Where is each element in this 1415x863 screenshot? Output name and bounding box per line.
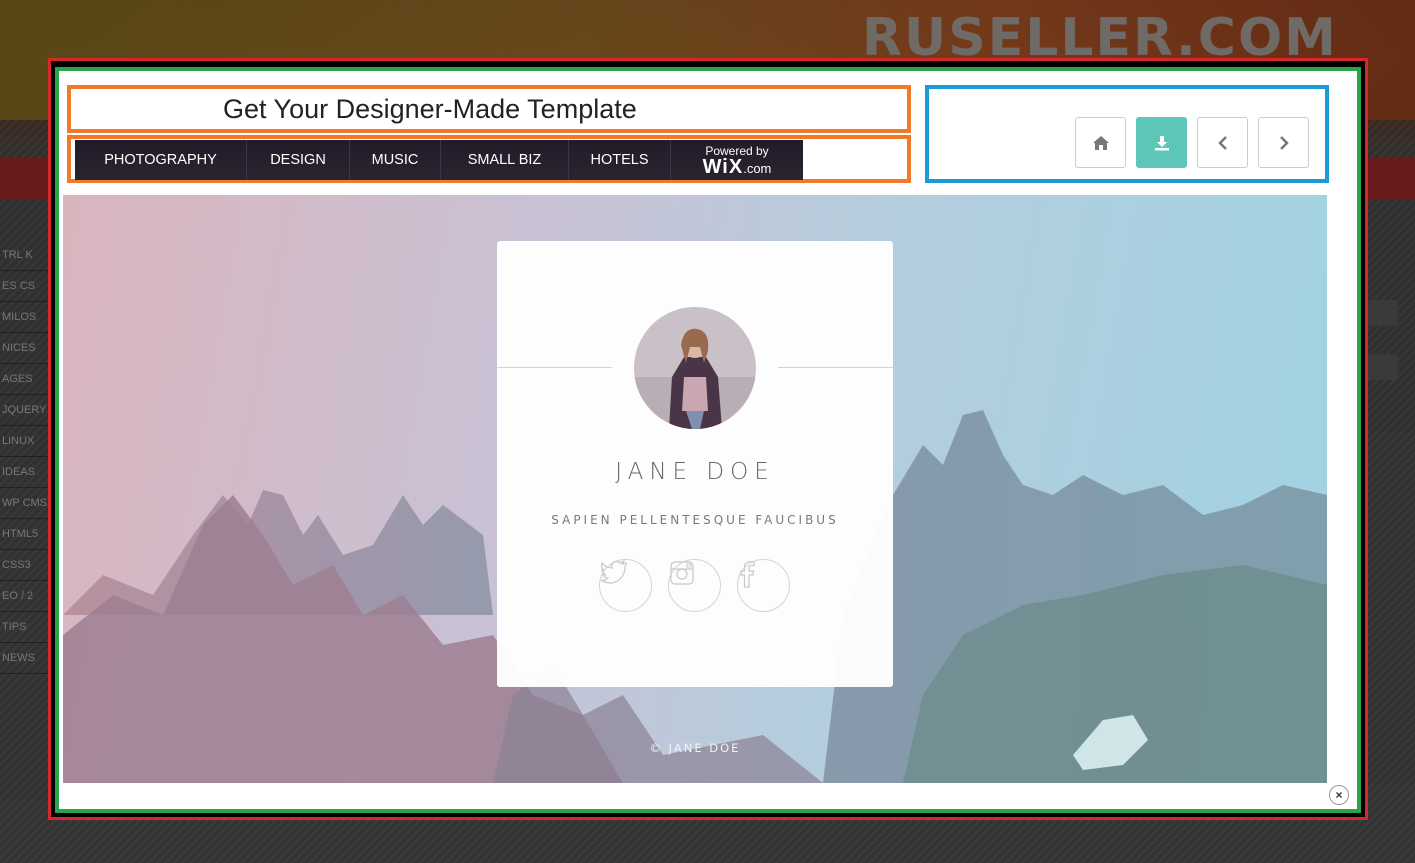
avatar-photo [634,307,756,429]
chevron-right-icon [1279,135,1289,150]
facebook-icon [740,561,755,588]
nav-item-hotels[interactable]: HOTELS [569,140,671,180]
background-sidebar-item: EO / 2 [0,581,48,612]
background-sidebar-item: HTML5 [0,519,48,550]
background-sidebar-item: AGES [0,364,48,395]
download-icon [1154,135,1169,150]
background-sidebar-item: IDEAS [0,457,48,488]
background-sidebar-item: TRL K [0,240,48,271]
background-sidebar-item: NEWS [0,643,48,674]
avatar [634,307,756,429]
background-sidebar-item: JQUERY [0,395,48,426]
preview-controls [925,85,1329,183]
category-nav: PHOTOGRAPHY DESIGN MUSIC SMALL BIZ HOTEL… [75,140,803,180]
background-sidebar-item: ES CS [0,271,48,302]
template-modal: Get Your Designer-Made Template PHOTOGRA… [48,58,1368,820]
wix-brand: WiX [702,156,744,178]
banner-title-box[interactable]: Get Your Designer-Made Template [67,85,911,133]
close-icon: × [1335,788,1343,802]
background-sidebar: TRL K ES CS MILOS NICES AGES JQUERY LINU… [0,240,48,800]
home-button[interactable] [1075,117,1126,168]
facebook-link[interactable] [737,559,790,612]
background-sidebar-item: NICES [0,333,48,364]
preview-copyright: © JANE DOE [649,741,741,755]
home-icon [1092,135,1109,150]
next-button[interactable] [1258,117,1309,168]
instagram-link[interactable] [668,559,721,612]
nav-item-small-biz[interactable]: SMALL BIZ [441,140,569,180]
nav-item-photography[interactable]: PHOTOGRAPHY [75,140,247,180]
background-sidebar-item: LINUX [0,426,48,457]
modal-content: Get Your Designer-Made Template PHOTOGRA… [55,67,1361,813]
background-sidebar-item: MILOS [0,302,48,333]
close-button[interactable]: × [1329,785,1349,805]
background-sidebar-item: TIPS [0,612,48,643]
chevron-left-icon [1217,135,1227,150]
divider-left [497,367,612,368]
banner-nav-box: PHOTOGRAPHY DESIGN MUSIC SMALL BIZ HOTEL… [67,135,911,183]
banner-title: Get Your Designer-Made Template [223,93,637,124]
background-sidebar-item: CSS3 [0,550,48,581]
background-sidebar-item: WP CMS [0,488,48,519]
wix-banner: Get Your Designer-Made Template PHOTOGRA… [67,85,915,183]
profile-card: JANE DOE SAPIEN PELLENTESQUE FAUCIBUS [497,241,893,687]
divider-right [778,367,893,368]
wix-domain: .com [743,161,772,176]
download-button[interactable] [1136,117,1187,168]
profile-name: JANE DOE [615,459,775,485]
twitter-link[interactable] [599,559,652,612]
profile-subtitle: SAPIEN PELLENTESQUE FAUCIBUS [551,513,839,527]
instagram-icon [670,561,694,585]
nav-item-design[interactable]: DESIGN [247,140,350,180]
twitter-icon [600,560,628,584]
template-preview[interactable]: JANE DOE SAPIEN PELLENTESQUE FAUCIBUS © … [63,195,1327,783]
nav-item-music[interactable]: MUSIC [350,140,441,180]
wix-powered-logo[interactable]: Powered by WiX.com [671,140,803,180]
previous-button[interactable] [1197,117,1248,168]
